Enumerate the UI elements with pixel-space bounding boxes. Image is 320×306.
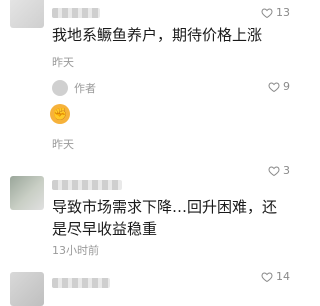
heart-icon bbox=[261, 7, 273, 18]
like-button[interactable]: 9 bbox=[268, 80, 290, 93]
heart-icon bbox=[268, 81, 280, 92]
like-count: 3 bbox=[283, 164, 290, 177]
username[interactable] bbox=[52, 278, 110, 288]
username[interactable] bbox=[52, 8, 100, 18]
timestamp: 昨天 bbox=[52, 138, 74, 151]
like-button[interactable]: 3 bbox=[268, 164, 290, 177]
avatar[interactable] bbox=[10, 0, 44, 28]
avatar[interactable] bbox=[10, 176, 44, 210]
heart-icon bbox=[268, 165, 280, 176]
fist-emoji-icon: ✊ bbox=[50, 104, 70, 124]
avatar[interactable] bbox=[10, 272, 44, 306]
like-count: 9 bbox=[283, 80, 290, 93]
heart-icon bbox=[261, 271, 273, 282]
timestamp: 昨天 bbox=[52, 56, 74, 69]
author-reply-header: 作者 bbox=[52, 80, 96, 96]
timestamp: 13小时前 bbox=[52, 244, 99, 257]
username[interactable] bbox=[52, 180, 122, 190]
like-button[interactable]: 14 bbox=[261, 270, 290, 283]
author-label: 作者 bbox=[74, 82, 96, 95]
like-count: 14 bbox=[276, 270, 290, 283]
like-count: 13 bbox=[276, 6, 290, 19]
comment-text: 导致市场需求下降…回升困难，还是尽早收益稳重 bbox=[52, 198, 278, 238]
author-avatar[interactable] bbox=[52, 80, 68, 96]
comment-text: 我地系鳜鱼养户，期待价格上涨 bbox=[52, 26, 263, 44]
like-button[interactable]: 13 bbox=[261, 6, 290, 19]
